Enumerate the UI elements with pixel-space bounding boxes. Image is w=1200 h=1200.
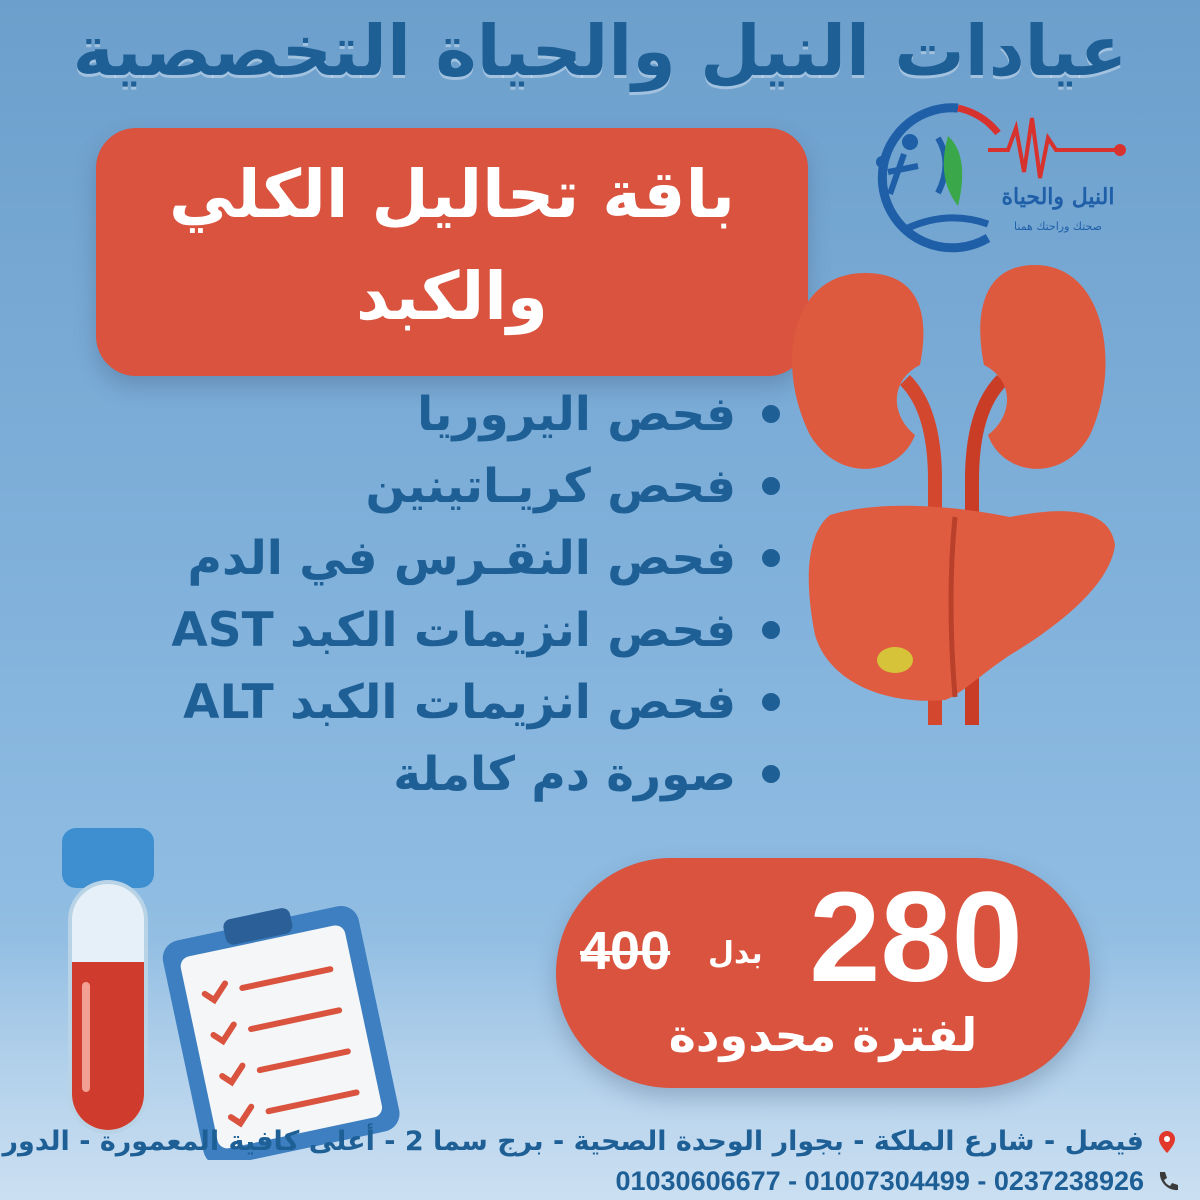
bullet-icon — [762, 477, 780, 495]
liver-icon — [808, 505, 1115, 701]
bullet-icon — [762, 765, 780, 783]
price-box: 280 بدل 400 لفترة محدودة — [556, 858, 1090, 1088]
package-title-box: باقة تحاليل الكلي والكبد — [96, 128, 808, 376]
phone-icon — [1154, 1169, 1180, 1195]
new-price: 280 — [809, 866, 1023, 1009]
clipboard-checklist-icon — [150, 900, 420, 1166]
logo-tagline: صحتك وراحتك همنا — [1014, 220, 1102, 233]
list-item: فحص كريـاتينين — [100, 450, 780, 522]
kidney-right-icon — [980, 265, 1106, 469]
promo-poster: عيادات النيل والحياة التخصصية النيل والح… — [0, 0, 1200, 1200]
phones-text[interactable]: 01030606677 - 01007304499 - 0237238926 — [615, 1166, 1144, 1197]
bullet-icon — [762, 693, 780, 711]
bullet-icon — [762, 405, 780, 423]
gallbladder-icon — [877, 647, 913, 673]
limited-offer-label: لفترة محدودة — [668, 1008, 978, 1062]
list-item: فحص النقـرس في الدم — [100, 522, 780, 594]
instead-label: بدل — [708, 936, 763, 971]
address-row: فيصل - شارع الملكة - بجوار الوحدة الصحية… — [0, 1126, 1180, 1157]
bullet-icon — [762, 549, 780, 567]
list-item: فحص اليروريا — [100, 378, 780, 450]
list-item: صورة دم كاملة — [100, 738, 780, 810]
clinic-title: عيادات النيل والحياة التخصصية — [72, 10, 1128, 92]
location-pin-icon — [1154, 1129, 1180, 1155]
logo-name: النيل والحياة — [1001, 184, 1115, 210]
old-price: 400 — [580, 921, 671, 981]
package-title-line2: والكبد — [356, 258, 548, 335]
list-item: فحص انزيمات الكبد ALT — [100, 666, 780, 738]
phones-row: 01030606677 - 01007304499 - 0237238926 — [10, 1166, 1180, 1197]
bullet-icon — [762, 621, 780, 639]
address-text: فيصل - شارع الملكة - بجوار الوحدة الصحية… — [0, 1126, 1144, 1157]
kidneys-liver-illustration — [770, 255, 1130, 740]
list-item: فحص انزيمات الكبد AST — [100, 594, 780, 666]
clinic-logo: النيل والحياة صحتك وراحتك همنا — [838, 88, 1138, 258]
kidney-left-icon — [792, 273, 924, 469]
tests-list: فحص اليروريا فحص كريـاتينين فحص النقـرس … — [100, 378, 780, 810]
package-title-line1: باقة تحاليل الكلي — [168, 156, 736, 233]
